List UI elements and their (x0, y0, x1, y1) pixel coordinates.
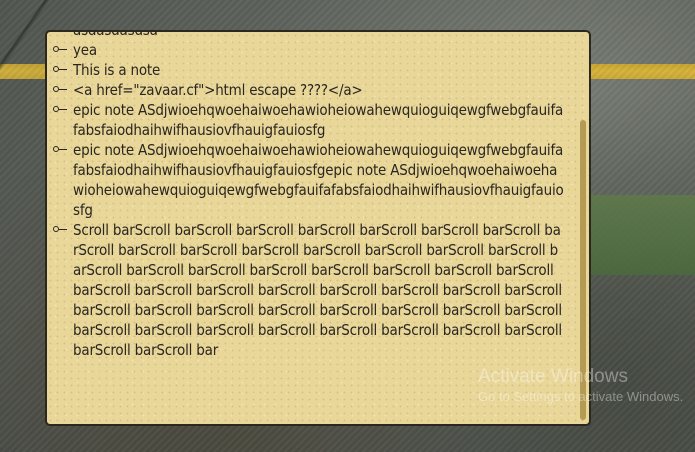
note-item[interactable]: asdasdasdsa (51, 30, 565, 40)
note-text: epic note ASdjwioehqwoehaiwoehawioheiowa… (73, 101, 564, 139)
watermark-title: Activate Windows (478, 366, 628, 387)
scrollbar-track[interactable] (580, 36, 586, 420)
note-item[interactable]: This is a note (51, 60, 565, 80)
note-text: <a href="zavaar.cf">html escape ????</a> (73, 81, 363, 99)
note-item[interactable]: <a href="zavaar.cf">html escape ????</a> (51, 80, 565, 100)
bullet-icon (53, 226, 67, 234)
note-text: yea (73, 41, 97, 59)
bullet-icon (53, 86, 67, 94)
bullet-icon (53, 32, 67, 34)
bullet-icon (53, 66, 67, 74)
note-text: asdasdasdsa (73, 30, 158, 39)
note-item[interactable]: yea (51, 40, 565, 60)
note-text: This is a note (73, 61, 161, 79)
note-item[interactable]: Scroll barScroll barScroll barScroll bar… (51, 220, 565, 360)
note-text: epic note ASdjwioehqwoehaiwoehawioheiowa… (73, 141, 564, 219)
bullet-icon (53, 46, 67, 54)
watermark-subtitle: Go to Settings to activate Windows. (478, 389, 684, 404)
note-item[interactable]: epic note ASdjwioehqwoehaiwoehawioheiowa… (51, 100, 565, 140)
bullet-icon (53, 106, 67, 114)
note-item[interactable]: epic note ASdjwioehqwoehaiwoehawioheiowa… (51, 140, 565, 220)
bullet-icon (53, 146, 67, 154)
note-text: Scroll barScroll barScroll barScroll bar… (73, 221, 562, 359)
notes-list: asdasdasdsa yea This is a note <a href="… (51, 30, 565, 360)
activation-watermark: Activate Windows Go to Settings to activ… (478, 366, 683, 406)
background-grass (590, 195, 695, 275)
